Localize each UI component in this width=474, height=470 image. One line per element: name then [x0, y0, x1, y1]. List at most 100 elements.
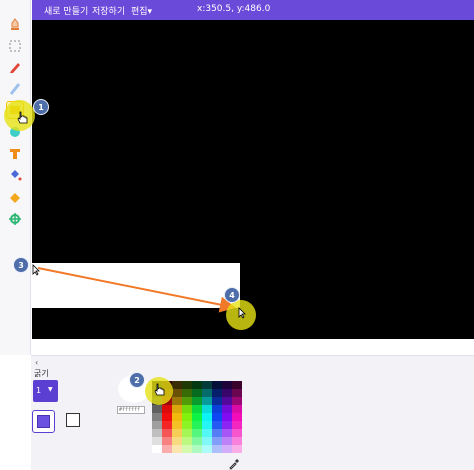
color-swatch[interactable] [172, 445, 182, 453]
color-swatch[interactable] [232, 437, 242, 445]
color-swatch[interactable] [192, 437, 202, 445]
color-swatch[interactable] [182, 437, 192, 445]
color-swatch[interactable] [172, 389, 182, 397]
arrow-cursor-icon [32, 264, 40, 276]
color-swatch[interactable] [212, 389, 222, 397]
color-swatch[interactable] [182, 429, 192, 437]
color-swatch[interactable] [222, 397, 232, 405]
drawing-canvas[interactable] [32, 20, 474, 339]
fill-mode-button[interactable] [32, 410, 55, 433]
save-button[interactable]: 저장하기 [92, 4, 125, 17]
color-swatch[interactable] [212, 445, 222, 453]
color-swatch[interactable] [182, 397, 192, 405]
color-swatch[interactable] [172, 437, 182, 445]
color-swatch[interactable] [232, 421, 242, 429]
color-swatch[interactable] [202, 397, 212, 405]
color-swatch[interactable] [192, 389, 202, 397]
color-swatch[interactable] [162, 429, 172, 437]
color-swatch[interactable] [222, 421, 232, 429]
color-swatch[interactable] [212, 397, 222, 405]
select-tool[interactable] [6, 37, 24, 55]
color-swatch[interactable] [152, 421, 162, 429]
color-swatch[interactable] [202, 381, 212, 389]
color-swatch[interactable] [212, 381, 222, 389]
color-swatch[interactable] [202, 437, 212, 445]
color-swatch[interactable] [232, 389, 242, 397]
fill-tool[interactable] [6, 166, 24, 184]
color-swatch[interactable] [202, 429, 212, 437]
edit-menu[interactable]: 편집▾ [131, 4, 152, 17]
center-tool[interactable] [6, 210, 24, 228]
hand-cursor-icon [154, 383, 165, 396]
hex-color-input[interactable]: #ffffff [117, 406, 145, 414]
color-swatch[interactable] [222, 413, 232, 421]
color-swatch[interactable] [232, 445, 242, 453]
color-swatch[interactable] [222, 405, 232, 413]
outline-mode-button[interactable] [66, 413, 80, 427]
color-swatch[interactable] [182, 405, 192, 413]
paint-app: 새로 만들기 저장하기 편집▾ x:350.5, y:486.0 ‹ 굵기 1 … [0, 0, 474, 470]
color-swatch[interactable] [192, 429, 202, 437]
color-swatch[interactable] [192, 397, 202, 405]
color-swatch[interactable] [172, 429, 182, 437]
color-swatch[interactable] [192, 445, 202, 453]
color-swatch[interactable] [212, 405, 222, 413]
color-swatch[interactable] [162, 437, 172, 445]
color-swatch[interactable] [222, 429, 232, 437]
hand-cursor-icon [17, 111, 28, 124]
color-swatch[interactable] [202, 421, 212, 429]
color-swatch[interactable] [192, 405, 202, 413]
stamp-tool[interactable] [6, 16, 24, 34]
text-tool[interactable] [6, 145, 24, 163]
color-swatch[interactable] [222, 381, 232, 389]
color-swatch[interactable] [172, 397, 182, 405]
color-swatch[interactable] [182, 413, 192, 421]
color-swatch[interactable] [152, 429, 162, 437]
color-swatch[interactable] [202, 445, 212, 453]
color-swatch[interactable] [172, 421, 182, 429]
color-swatch[interactable] [182, 421, 192, 429]
color-swatch[interactable] [222, 445, 232, 453]
color-swatch[interactable] [152, 405, 162, 413]
pen-tool[interactable] [6, 58, 24, 76]
color-swatch[interactable] [182, 445, 192, 453]
color-swatch[interactable] [212, 413, 222, 421]
color-swatch[interactable] [172, 381, 182, 389]
collapse-toggle[interactable]: ‹ [35, 358, 38, 367]
stamp-icon [11, 18, 19, 30]
color-swatch[interactable] [212, 421, 222, 429]
new-button[interactable]: 새로 만들기 [44, 4, 88, 17]
color-swatch[interactable] [232, 397, 242, 405]
color-swatch[interactable] [162, 445, 172, 453]
arrow-cursor-icon [238, 307, 246, 319]
color-swatch[interactable] [162, 413, 172, 421]
color-swatch[interactable] [222, 437, 232, 445]
color-swatch[interactable] [202, 405, 212, 413]
color-swatch[interactable] [202, 413, 212, 421]
color-swatch[interactable] [212, 429, 222, 437]
color-swatch[interactable] [172, 413, 182, 421]
line-tool[interactable] [6, 80, 24, 98]
color-swatch[interactable] [152, 437, 162, 445]
color-swatch[interactable] [232, 413, 242, 421]
color-swatch[interactable] [152, 413, 162, 421]
color-swatch[interactable] [172, 405, 182, 413]
color-swatch[interactable] [192, 381, 202, 389]
color-swatch[interactable] [192, 413, 202, 421]
eyedropper-button[interactable] [228, 458, 240, 470]
color-swatch[interactable] [182, 381, 192, 389]
color-swatch[interactable] [212, 437, 222, 445]
color-swatch[interactable] [222, 389, 232, 397]
color-swatch[interactable] [162, 405, 172, 413]
color-swatch[interactable] [152, 445, 162, 453]
eraser-tool[interactable] [6, 188, 24, 206]
color-swatch[interactable] [232, 405, 242, 413]
color-swatch[interactable] [232, 381, 242, 389]
color-swatch[interactable] [232, 429, 242, 437]
color-swatch[interactable] [202, 389, 212, 397]
color-swatch[interactable] [182, 389, 192, 397]
color-swatch[interactable] [192, 421, 202, 429]
color-swatch[interactable] [162, 421, 172, 429]
thickness-dropdown[interactable]: 1 ▼ [33, 380, 58, 402]
white-rectangle-shape[interactable] [32, 263, 240, 308]
